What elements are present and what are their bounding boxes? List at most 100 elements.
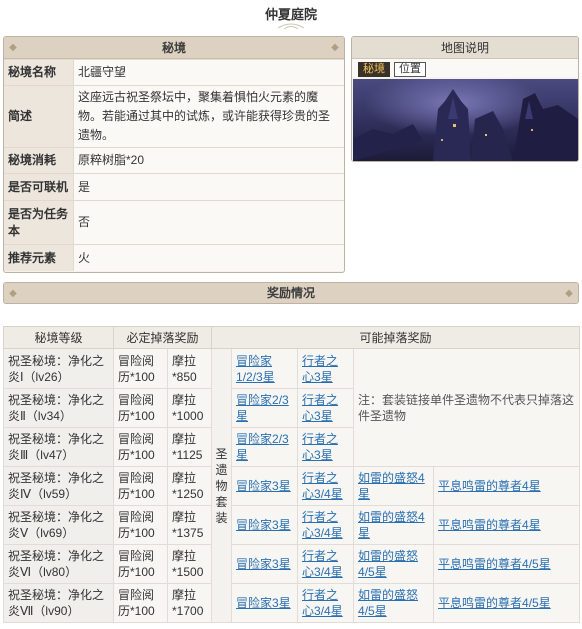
page-title: 仲夏庭院 xyxy=(264,7,317,22)
info-label: 推荐元素 xyxy=(4,245,74,271)
mora-cell: 摩拉*1375 xyxy=(166,505,213,545)
reward-link-cell: 冒险家3星 xyxy=(231,466,299,506)
artifact-link[interactable]: 如雷的盛怒4星 xyxy=(358,510,425,540)
table-header-row: 秘境等级 必定掉落奖励 可能掉落奖励 xyxy=(3,326,581,349)
artifact-link[interactable]: 行者之心3/4星 xyxy=(302,510,343,540)
mora-cell: 摩拉*1000 xyxy=(166,388,213,428)
level-cell: 祝圣秘境：净化之炎Ⅳ（lv59） xyxy=(3,466,114,506)
info-label: 简述 xyxy=(4,86,74,147)
header-guaranteed: 必定掉落奖励 xyxy=(112,326,213,349)
artifact-link[interactable]: 冒险家3星 xyxy=(236,557,291,571)
rewards-header: ◆ 奖励情况 ◆ xyxy=(3,282,579,304)
mora-cell: 摩拉*1125 xyxy=(166,427,213,467)
info-value: 北疆守望 xyxy=(74,60,344,85)
exp-cell: 冒险阅历*100 xyxy=(113,544,168,584)
artifact-link[interactable]: 平息鸣雷的尊者4星 xyxy=(438,518,541,532)
tab-location[interactable]: 位置 xyxy=(394,62,426,77)
artifact-link[interactable]: 如雷的盛怒4/5星 xyxy=(358,549,418,579)
info-value: 原粹树脂*20 xyxy=(74,148,344,173)
reward-link-cell: 平息鸣雷的尊者4星 xyxy=(433,505,581,545)
artifact-link[interactable]: 平息鸣雷的尊者4/5星 xyxy=(438,596,551,610)
exp-cell: 冒险阅历*100 xyxy=(113,427,168,467)
artifact-link[interactable]: 行者之心3星 xyxy=(302,393,338,423)
level-cell: 祝圣秘境：净化之炎Ⅶ（lv90） xyxy=(3,583,114,623)
corner-ornament-icon: ◆ xyxy=(565,288,573,299)
corner-ornament-icon: ◆ xyxy=(9,288,17,299)
info-label: 是否可联机 xyxy=(4,174,74,200)
artifact-link[interactable]: 冒险家3星 xyxy=(236,596,291,610)
reward-link-cell: 如雷的盛怒4/5星 xyxy=(353,544,435,584)
reward-link-cell: 冒险家2/3星 xyxy=(231,388,299,428)
artifact-link[interactable]: 行者之心3星 xyxy=(302,432,338,462)
table-row: 祝圣秘境：净化之炎Ⅰ（lv26） 冒险阅历*100 摩拉*850 圣遗物套装 冒… xyxy=(3,348,581,623)
level-cell: 祝圣秘境：净化之炎Ⅵ（lv80） xyxy=(3,544,114,584)
artifact-link[interactable]: 行者之心3/4星 xyxy=(302,471,343,501)
artifact-link[interactable]: 如雷的盛怒4星 xyxy=(358,471,425,501)
info-value: 否 xyxy=(74,201,344,244)
reward-link-cell: 平息鸣雷的尊者4/5星 xyxy=(433,583,581,623)
reward-link-cell: 冒险家3星 xyxy=(231,544,299,584)
table-row: 祝圣秘境：净化之炎Ⅳ（lv59） 冒险阅历*100 摩拉*1250 冒险家3星 … xyxy=(3,466,581,506)
artifact-link[interactable]: 冒险家2/3星 xyxy=(236,432,289,462)
exp-cell: 冒险阅历*100 xyxy=(113,348,168,389)
info-row-description: 简述 这座远古祝圣祭坛中，聚集着惧怕火元素的魔物。若能通过其中的试炼，或许能获得… xyxy=(4,85,344,147)
level-cell: 祝圣秘境：净化之炎Ⅰ（lv26） xyxy=(3,348,114,389)
artifact-link[interactable]: 冒险家1/2/3星 xyxy=(236,354,275,384)
table-row: 祝圣秘境：净化之炎Ⅵ（lv80） 冒险阅历*100 摩拉*1500 冒险家3星 … xyxy=(3,544,581,584)
domain-preview-image xyxy=(353,79,578,161)
note-cell: 注：套装链接单件圣遗物不代表只掉落这件圣遗物 xyxy=(353,348,581,467)
exp-cell: 冒险阅历*100 xyxy=(113,466,168,506)
info-value: 是 xyxy=(74,174,344,200)
artifact-link[interactable]: 冒险家3星 xyxy=(236,479,291,493)
drop-note: 注：套装链接单件圣遗物不代表只掉落这件圣遗物 xyxy=(358,392,575,423)
reward-link-cell: 行者之心3/4星 xyxy=(297,505,355,545)
reward-link-cell: 平息鸣雷的尊者4星 xyxy=(433,466,581,506)
reward-link-cell: 冒险家3星 xyxy=(231,583,299,623)
reward-link-cell: 冒险家2/3星 xyxy=(231,427,299,467)
exp-cell: 冒险阅历*100 xyxy=(113,388,168,428)
artifact-link[interactable]: 平息鸣雷的尊者4星 xyxy=(438,479,541,493)
reward-link-cell: 行者之心3/4星 xyxy=(297,583,355,623)
artifact-link[interactable]: 平息鸣雷的尊者4/5星 xyxy=(438,557,551,571)
reward-link-cell: 行者之心3星 xyxy=(297,348,355,389)
reward-link-cell: 如雷的盛怒4星 xyxy=(353,466,435,506)
header-level: 秘境等级 xyxy=(3,326,114,349)
table-row: 祝圣秘境：净化之炎Ⅶ（lv90） 冒险阅历*100 摩拉*1700 冒险家3星 … xyxy=(3,583,581,623)
domain-info-header: ◆ 秘境 ◆ xyxy=(4,37,344,59)
info-row-element: 推荐元素 火 xyxy=(4,244,344,271)
table-row: 祝圣秘境：净化之炎Ⅴ（lv69） 冒险阅历*100 摩拉*1375 冒险家3星 … xyxy=(3,505,581,545)
artifact-set-label: 圣遗物套装 xyxy=(211,348,233,623)
domain-info-panel: ◆ 秘境 ◆ 秘境名称 北疆守望 简述 这座远古祝圣祭坛中，聚集着惧怕火元素的魔… xyxy=(3,36,345,273)
artifact-link[interactable]: 如雷的盛怒4/5星 xyxy=(358,588,418,618)
info-row-quest: 是否为任务本 否 xyxy=(4,200,344,244)
info-row-cost: 秘境消耗 原粹树脂*20 xyxy=(4,147,344,173)
reward-link-cell: 行者之心3/4星 xyxy=(297,466,355,506)
map-header: 地图说明 xyxy=(352,37,578,59)
artifact-link[interactable]: 行者之心3/4星 xyxy=(302,549,343,579)
info-row-name: 秘境名称 北疆守望 xyxy=(4,59,344,85)
level-cell: 祝圣秘境：净化之炎Ⅴ（lv69） xyxy=(3,505,114,545)
info-value: 这座远古祝圣祭坛中，聚集着惧怕火元素的魔物。若能通过其中的试炼，或许能获得珍贵的… xyxy=(74,86,344,147)
info-label: 秘境消耗 xyxy=(4,148,74,173)
artifact-link[interactable]: 冒险家2/3星 xyxy=(236,393,289,423)
title-ornament-icon xyxy=(277,23,305,30)
artifact-link[interactable]: 冒险家3星 xyxy=(236,518,291,532)
reward-link-cell: 冒险家1/2/3星 xyxy=(231,348,299,389)
corner-ornament-icon: ◆ xyxy=(331,42,339,53)
reward-link-cell: 行者之心3星 xyxy=(297,427,355,467)
mora-cell: 摩拉*1250 xyxy=(166,466,213,506)
info-value: 火 xyxy=(74,245,344,271)
artifact-link[interactable]: 行者之心3/4星 xyxy=(302,588,343,618)
exp-cell: 冒险阅历*100 xyxy=(113,505,168,545)
artifact-link[interactable]: 行者之心3星 xyxy=(302,354,338,384)
map-tabs: 秘境 位置 xyxy=(352,59,578,77)
rewards-table: 秘境等级 必定掉落奖励 可能掉落奖励 祝圣秘境：净化之炎Ⅰ（lv26） 冒险阅历… xyxy=(3,326,581,623)
info-label: 是否为任务本 xyxy=(4,201,74,244)
mora-cell: 摩拉*1700 xyxy=(166,583,213,623)
level-cell: 祝圣秘境：净化之炎Ⅱ（lv34） xyxy=(3,388,114,428)
tab-domain[interactable]: 秘境 xyxy=(358,62,390,77)
reward-link-cell: 冒险家3星 xyxy=(231,505,299,545)
corner-ornament-icon: ◆ xyxy=(9,42,17,53)
reward-link-cell: 行者之心3星 xyxy=(297,388,355,428)
mora-cell: 摩拉*850 xyxy=(166,348,213,389)
